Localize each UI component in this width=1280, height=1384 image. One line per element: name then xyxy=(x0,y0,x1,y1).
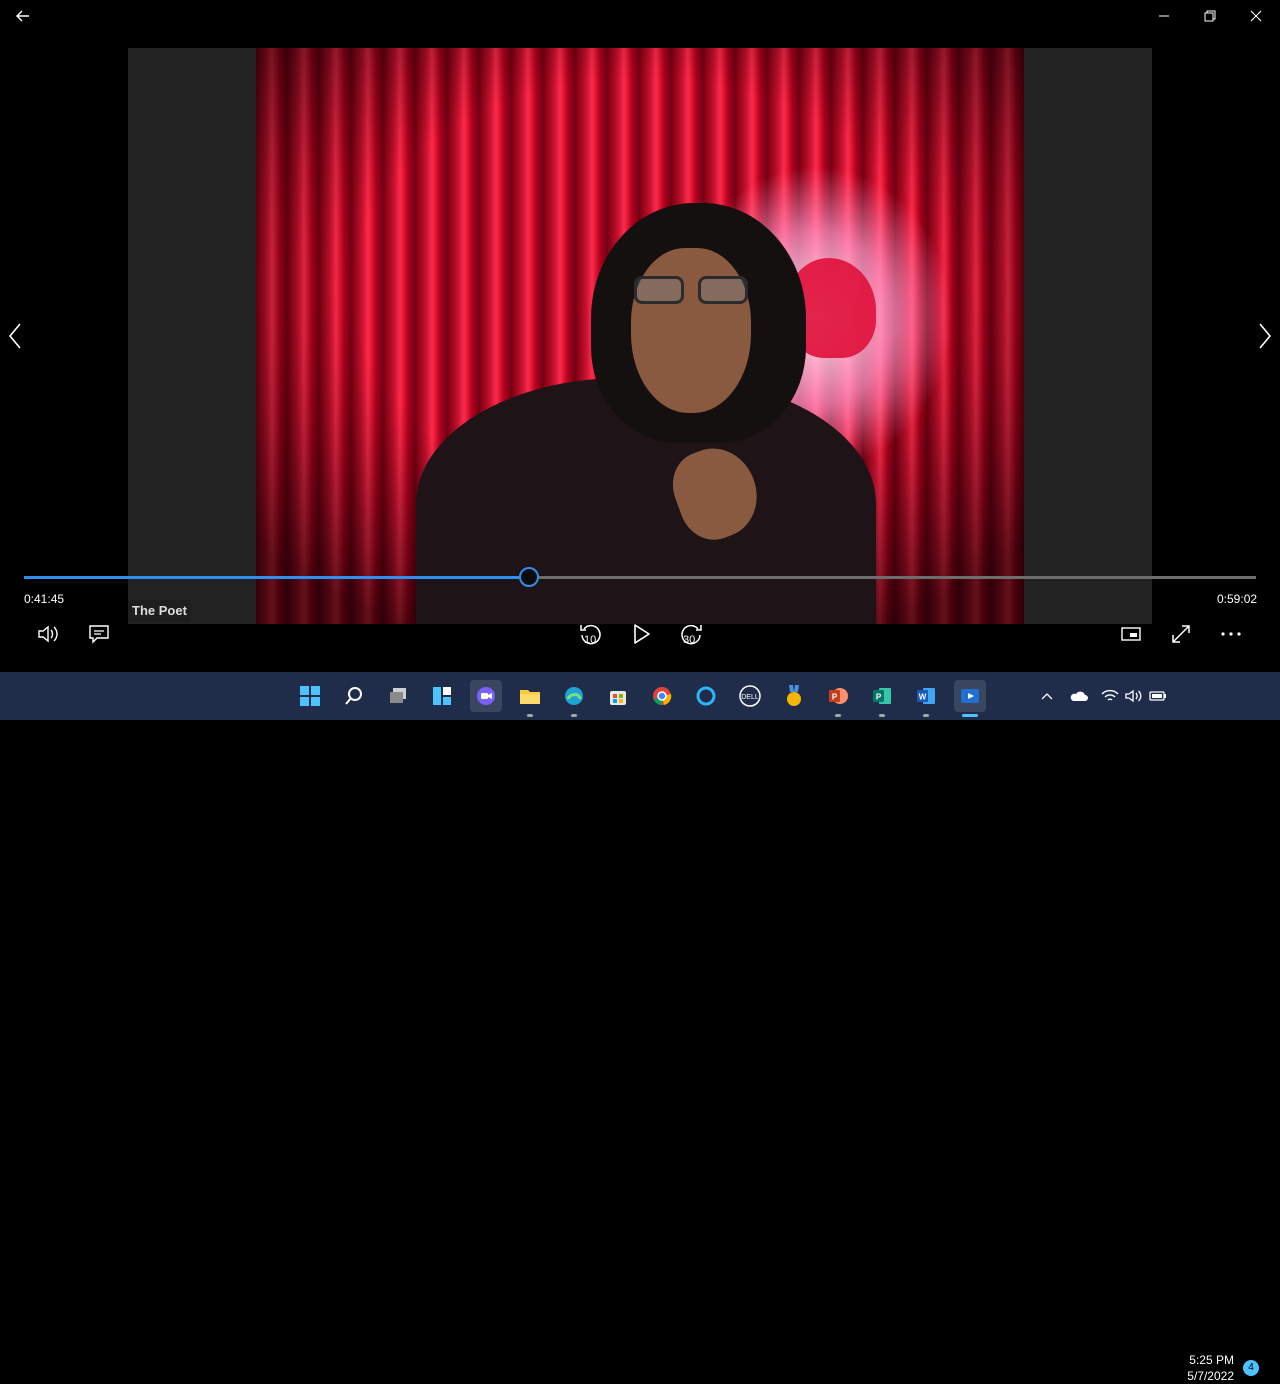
store-icon[interactable] xyxy=(602,680,634,712)
video-letterbox-right xyxy=(1024,48,1152,624)
cortana-icon[interactable] xyxy=(690,680,722,712)
fullscreen-button[interactable] xyxy=(1165,620,1197,648)
publisher-icon[interactable]: P xyxy=(866,680,898,717)
taskbar: DELL P P W 5:25 PM 5/7/2022 4 xyxy=(0,672,1280,1383)
svg-text:W: W xyxy=(919,693,927,702)
speaker-name-label: The Poet xyxy=(128,600,191,622)
more-options-button[interactable] xyxy=(1215,620,1247,648)
system-clock[interactable]: 5:25 PM 5/7/2022 xyxy=(1182,1352,1234,1384)
svg-text:DELL: DELL xyxy=(741,694,759,701)
subtitles-button[interactable] xyxy=(83,620,115,648)
speaker-face xyxy=(631,248,751,413)
minimize-icon xyxy=(1159,15,1169,17)
current-time: 0:41:45 xyxy=(24,592,65,606)
more-icon xyxy=(1221,632,1241,636)
powerpoint-icon[interactable]: P xyxy=(822,680,854,717)
video-letterbox-left xyxy=(128,48,256,624)
edge-icon[interactable] xyxy=(558,680,590,717)
achievement-icon[interactable] xyxy=(778,680,810,712)
video-frame[interactable] xyxy=(128,48,1152,624)
svg-text:P: P xyxy=(876,693,882,702)
video-scene xyxy=(256,48,1024,624)
speaker-icon[interactable] xyxy=(1122,680,1144,712)
skip-back-button[interactable]: 10 xyxy=(575,620,607,648)
minimize-button[interactable] xyxy=(1141,0,1187,32)
play-icon xyxy=(634,624,650,644)
mini-view-button[interactable] xyxy=(1115,620,1147,648)
mini-view-icon xyxy=(1121,627,1141,641)
onedrive-icon[interactable] xyxy=(1066,680,1090,712)
back-arrow-icon xyxy=(16,10,29,22)
speaker-glasses xyxy=(634,276,748,306)
movies-tv-icon[interactable] xyxy=(954,680,986,717)
chevron-up-icon xyxy=(1041,693,1053,700)
title-bar xyxy=(0,0,1280,32)
total-time: 0:59:02 xyxy=(1217,592,1258,606)
next-button[interactable] xyxy=(1250,320,1280,352)
previous-button[interactable] xyxy=(0,320,30,352)
chevron-left-icon xyxy=(8,323,21,349)
restore-button[interactable] xyxy=(1187,0,1233,32)
chrome-icon[interactable] xyxy=(646,680,678,712)
seek-bar[interactable] xyxy=(24,567,1256,587)
skip-forward-button[interactable]: 30 xyxy=(675,620,707,648)
teams-chat-icon[interactable] xyxy=(470,680,502,712)
chevron-right-icon xyxy=(1259,323,1272,349)
close-icon xyxy=(1250,10,1262,22)
wifi-icon[interactable] xyxy=(1098,680,1122,712)
back-button[interactable] xyxy=(0,0,46,32)
dell-icon[interactable]: DELL xyxy=(734,680,766,712)
seek-thumb[interactable] xyxy=(519,567,540,587)
clock-time: 5:25 PM xyxy=(1189,1353,1234,1367)
volume-icon xyxy=(38,625,58,643)
subtitles-icon xyxy=(89,625,109,644)
play-button[interactable] xyxy=(625,620,657,648)
word-icon[interactable]: W xyxy=(910,680,942,717)
battery-icon[interactable] xyxy=(1146,680,1170,712)
close-button[interactable] xyxy=(1233,0,1279,32)
skip-forward-label: 30 xyxy=(683,634,696,646)
search-icon[interactable] xyxy=(338,680,370,712)
svg-text:P: P xyxy=(832,693,838,702)
file-explorer-icon[interactable] xyxy=(514,680,546,717)
notification-badge[interactable]: 4 xyxy=(1243,1360,1259,1376)
seek-bar-progress xyxy=(24,576,530,579)
fullscreen-icon xyxy=(1172,625,1190,643)
show-hidden-icons-button[interactable] xyxy=(1038,680,1056,712)
restore-icon xyxy=(1204,10,1216,22)
skip-back-label: 10 xyxy=(584,634,597,646)
widgets-icon[interactable] xyxy=(426,680,458,712)
video-player-window: The Poet 0:41:45 0:59:02 10 30 xyxy=(0,0,1280,672)
start-icon[interactable] xyxy=(294,680,326,712)
clock-date: 5/7/2022 xyxy=(1187,1369,1234,1383)
task-view-icon[interactable] xyxy=(382,680,414,712)
volume-button[interactable] xyxy=(32,620,64,648)
